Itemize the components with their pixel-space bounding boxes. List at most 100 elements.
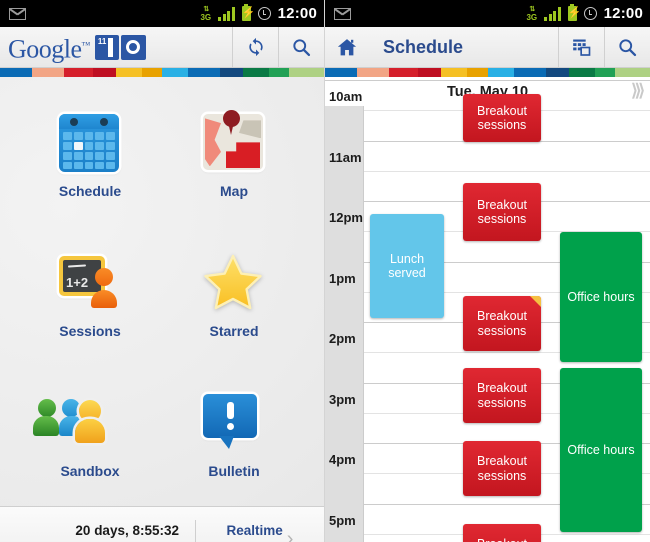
countdown-caption: until Google I/O bbox=[0, 539, 180, 542]
tile-sessions[interactable]: 1+2 Sessions bbox=[18, 227, 162, 367]
tile-sandbox[interactable]: Sandbox bbox=[18, 366, 162, 506]
stripe-segment bbox=[487, 68, 514, 77]
schedule-event-title: Office hours bbox=[567, 442, 635, 457]
tile-schedule[interactable]: Schedule bbox=[18, 87, 162, 227]
network-3g-icon: ⇅ 3G bbox=[526, 5, 538, 22]
color-stripe-right bbox=[325, 68, 650, 77]
schedule-event-title: Breakout sessions bbox=[476, 309, 528, 338]
stripe-segment bbox=[513, 68, 546, 77]
io-badge-i: 11 bbox=[94, 34, 119, 60]
schedule-event[interactable]: Breakout sessions bbox=[463, 296, 541, 351]
home-button[interactable] bbox=[325, 27, 369, 67]
schedule-event[interactable]: Breakout sessions bbox=[463, 183, 541, 241]
stripe-segment bbox=[545, 68, 569, 77]
stripe-segment bbox=[92, 68, 116, 77]
stripe-segment bbox=[141, 68, 162, 77]
schedule-event[interactable]: Breakout sessions bbox=[463, 524, 541, 542]
hour-label: 10am bbox=[329, 89, 363, 104]
stripe-segment bbox=[219, 68, 243, 77]
tile-starred[interactable]: Starred bbox=[162, 227, 306, 367]
calendar-icon bbox=[59, 114, 121, 176]
stripe-segment bbox=[388, 68, 418, 77]
next-day-button[interactable]: ⟩⟩⟩ bbox=[631, 81, 645, 101]
stripe-segment bbox=[356, 68, 389, 77]
schedule-event-title: Lunch served bbox=[388, 251, 426, 281]
tile-map[interactable]: Map bbox=[162, 87, 306, 227]
schedule-view: Tue, May 10 ⟩⟩⟩ 10am 11am 12pm 1pm 2pm 3pm 4pm… bbox=[325, 77, 650, 542]
schedule-event[interactable]: Breakout sessions bbox=[463, 94, 541, 142]
hour-gridline bbox=[325, 80, 650, 81]
stripe-segment bbox=[594, 68, 616, 77]
battery-charging-icon: ⚡ bbox=[241, 4, 256, 21]
stripe-segment bbox=[269, 68, 290, 77]
speech-bubble-alert-icon bbox=[203, 393, 265, 456]
grid-calendar-icon bbox=[573, 39, 591, 56]
tile-bulletin[interactable]: Bulletin bbox=[162, 366, 306, 506]
schedule-event-title: Breakout sessions bbox=[476, 103, 528, 133]
stripe-segment bbox=[615, 68, 650, 77]
schedule-event[interactable]: Breakout sessions bbox=[463, 368, 541, 423]
io-badge: 11 bbox=[94, 34, 146, 60]
schedule-event-title: Breakout sessions bbox=[476, 197, 528, 227]
search-icon bbox=[619, 38, 637, 56]
alarm-clock-icon bbox=[583, 7, 597, 20]
search-button[interactable] bbox=[604, 27, 650, 67]
stripe-segment bbox=[0, 68, 32, 77]
day-view-button[interactable] bbox=[558, 27, 604, 67]
google-wordmark: Google™ bbox=[8, 34, 90, 64]
countdown-text: 20 days, 8:55:32 until Google I/O bbox=[0, 522, 195, 542]
alarm-clock-icon bbox=[257, 7, 271, 20]
refresh-button[interactable] bbox=[232, 27, 278, 67]
schedule-event[interactable]: Office hours bbox=[560, 368, 642, 532]
stripe-segment bbox=[325, 68, 357, 77]
stripe-segment bbox=[243, 68, 270, 77]
page-title: Schedule bbox=[383, 36, 464, 57]
hour-label: 4pm bbox=[329, 452, 356, 467]
battery-charging-icon: ⚡ bbox=[567, 4, 582, 21]
countdown-bar: 20 days, 8:55:32 until Google I/O Realti… bbox=[0, 506, 324, 542]
hour-gridline bbox=[325, 170, 650, 172]
action-bar-left: Google™ 11 bbox=[0, 27, 324, 68]
hour-label: 3pm bbox=[329, 391, 356, 407]
realtime-stream-label-1: Realtime bbox=[226, 522, 283, 538]
chalkboard-person-icon: 1+2 bbox=[59, 254, 121, 316]
schedule-event-title: Breakout sessions bbox=[476, 454, 528, 483]
stripe-segment bbox=[63, 68, 93, 77]
dual-phone-screenshot: ⇅ 3G ⚡ 12:00 Google™ 11 Schedule Map 1+2… bbox=[0, 0, 650, 542]
realtime-stream-button[interactable]: Realtime Stream › bbox=[196, 522, 324, 542]
schedule-event[interactable]: Lunch served bbox=[370, 214, 444, 318]
stripe-segment bbox=[31, 68, 64, 77]
hour-label: 1pm bbox=[329, 270, 356, 286]
status-bar-right: ⇅ 3G ⚡ 12:00 bbox=[325, 0, 650, 27]
stripe-segment bbox=[188, 68, 220, 77]
countdown-time: 20 days, 8:55:32 bbox=[75, 522, 179, 538]
mail-icon bbox=[9, 7, 26, 20]
hour-label: 2pm bbox=[329, 331, 356, 346]
hour-label: 5pm bbox=[329, 512, 356, 528]
realtime-stream-label-2: Stream bbox=[227, 539, 283, 542]
status-time: 12:00 bbox=[277, 5, 317, 22]
stripe-segment bbox=[417, 68, 442, 77]
google-io-logo[interactable]: Google™ 11 bbox=[0, 27, 232, 67]
schedule-event-title: Breakout sessions bbox=[466, 537, 538, 542]
schedule-event[interactable]: Office hours bbox=[560, 232, 642, 362]
schedule-grid[interactable]: 10am 11am 12pm 1pm 2pm 3pm 4pm 5pm Breakout sess… bbox=[325, 80, 650, 542]
status-time: 12:00 bbox=[603, 5, 643, 22]
phone-screen-schedule: ⇅ 3G ⚡ 12:00 Schedule Tue, May 10 ⟩⟩⟩ 10… bbox=[325, 0, 650, 542]
starred-flag-icon bbox=[530, 296, 541, 307]
signal-bars-icon bbox=[218, 6, 235, 21]
chevron-right-icon: › bbox=[286, 527, 294, 542]
dashboard-grid: Schedule Map 1+2 Sessions Starred Sandbo… bbox=[0, 77, 324, 506]
map-pin-icon bbox=[203, 110, 265, 176]
tile-label: Sessions bbox=[59, 322, 121, 339]
tile-label: Map bbox=[220, 183, 248, 200]
tile-label: Schedule bbox=[58, 183, 122, 200]
search-button[interactable] bbox=[278, 27, 324, 67]
home-icon bbox=[337, 38, 357, 55]
phone-screen-dashboard: ⇅ 3G ⚡ 12:00 Google™ 11 Schedule Map 1+2… bbox=[0, 0, 325, 542]
stripe-segment bbox=[467, 68, 488, 77]
tile-label: Sandbox bbox=[60, 462, 120, 479]
schedule-event[interactable]: Breakout sessions bbox=[463, 441, 541, 496]
mail-icon bbox=[334, 7, 351, 20]
search-icon bbox=[293, 38, 311, 56]
